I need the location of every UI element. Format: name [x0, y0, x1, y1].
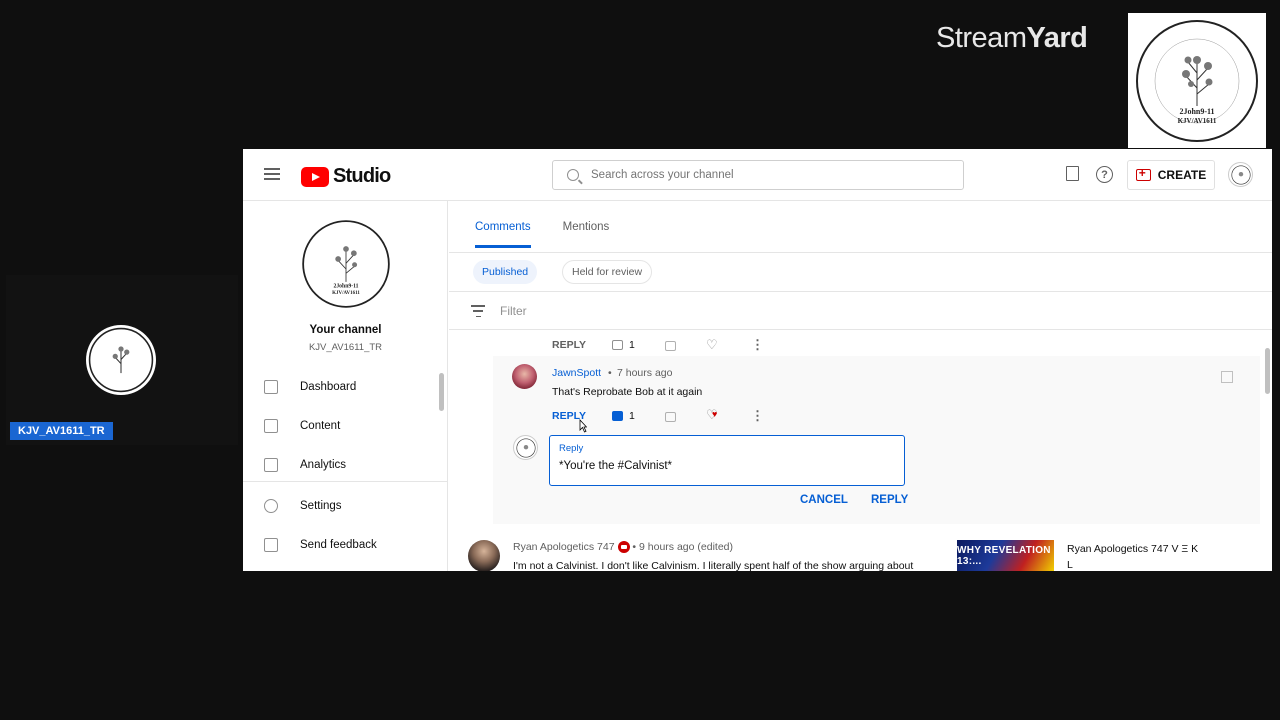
- verified-badge-icon: [617, 541, 630, 554]
- youtube-studio-window: Studio ? CREATE 2John9-11 KJV/AV1611 You…: [243, 149, 1272, 571]
- comment-header: Ryan Apologetics 747 • 9 hours ago (edit…: [513, 541, 733, 554]
- comment-text: That's Reprobate Bob at it again: [552, 386, 703, 398]
- sidebar-item-send-feedback[interactable]: Send feedback: [243, 526, 448, 564]
- comments-scrollbar[interactable]: [1265, 348, 1270, 394]
- streamyard-logo: StreamYard: [936, 22, 1088, 54]
- svg-text:2John9-11: 2John9-11: [333, 284, 358, 290]
- divider: [449, 291, 1272, 292]
- search-icon: [567, 169, 579, 181]
- svg-text:2John9-11: 2John9-11: [1179, 107, 1214, 116]
- comment-time[interactable]: 7 hours ago: [617, 367, 672, 379]
- analytics-icon: [264, 458, 278, 472]
- like-button[interactable]: 1: [612, 410, 635, 422]
- cancel-button[interactable]: CANCEL: [800, 494, 848, 506]
- menu-icon[interactable]: [264, 168, 280, 180]
- sidebar-item-analytics[interactable]: Analytics: [243, 446, 448, 484]
- commenter-avatar[interactable]: [468, 540, 500, 571]
- top-bar: Studio ? CREATE: [243, 149, 1272, 201]
- messages-icon[interactable]: [1066, 166, 1079, 181]
- thumbs-up-icon: [612, 340, 623, 350]
- create-video-icon: [1135, 166, 1151, 181]
- reply-textbox[interactable]: Reply *You're the #Calvinist*: [549, 435, 905, 486]
- video-channel-name-continued: L: [1067, 559, 1073, 571]
- participant-name-tag: KJV_AV1611_TR: [10, 422, 113, 440]
- reply-input[interactable]: *You're the #Calvinist*: [559, 460, 672, 472]
- svg-text:KJV/AV1611: KJV/AV1611: [1178, 117, 1217, 125]
- emblem-icon: [88, 327, 154, 393]
- filter-input[interactable]: Filter: [500, 304, 527, 318]
- channel-title: Your channel: [309, 324, 382, 336]
- commenter-avatar[interactable]: [512, 364, 537, 389]
- comment-text: I'm not a Calvinist. I don't like Calvin…: [513, 560, 914, 571]
- divider: [449, 252, 1272, 253]
- help-icon[interactable]: ?: [1096, 166, 1113, 183]
- comments-panel: Comments Mentions Published Held for rev…: [449, 201, 1272, 571]
- reply-button[interactable]: REPLY: [552, 339, 586, 351]
- sidebar-scrollbar[interactable]: [439, 373, 444, 411]
- sidebar-item-settings[interactable]: Settings: [243, 487, 448, 525]
- tab-mentions[interactable]: Mentions: [563, 221, 610, 248]
- thumbs-up-icon: [612, 411, 623, 421]
- thumbs-down-icon[interactable]: [665, 341, 676, 351]
- tab-comments[interactable]: Comments: [475, 221, 531, 248]
- chip-held-for-review[interactable]: Held for review: [562, 260, 653, 284]
- cursor-icon: [579, 419, 587, 433]
- like-button[interactable]: 1: [612, 339, 635, 351]
- video-thumbnail[interactable]: WHY REVELATION 13:...: [957, 540, 1054, 571]
- content-icon: [264, 419, 278, 433]
- emblem-icon: 2John9-11 KJV/AV1611: [1136, 19, 1258, 142]
- video-channel-name: Ryan Apologetics 747 V Ξ K: [1067, 543, 1199, 555]
- channel-handle: KJV_AV1611_TR: [308, 342, 383, 353]
- sidebar-divider: [243, 481, 448, 482]
- comment-author[interactable]: JawnSpott: [552, 367, 601, 379]
- sidebar-item-dashboard[interactable]: Dashboard: [243, 368, 448, 406]
- svg-text:KJV/AV1611: KJV/AV1611: [332, 291, 360, 296]
- gear-icon: [264, 499, 278, 513]
- create-button[interactable]: CREATE: [1127, 160, 1215, 190]
- chip-published[interactable]: Published: [473, 260, 538, 284]
- participant-avatar: [86, 325, 156, 395]
- tabs: Comments Mentions: [475, 221, 609, 248]
- feedback-icon: [264, 538, 278, 552]
- my-avatar: [513, 435, 538, 460]
- sidebar-item-content[interactable]: Content: [243, 407, 448, 445]
- sidebar: 2John9-11 KJV/AV1611 Your channel KJV_AV…: [243, 201, 448, 571]
- comment-author[interactable]: Ryan Apologetics 747: [513, 541, 615, 553]
- dashboard-icon: [264, 380, 278, 394]
- divider: [449, 329, 1272, 330]
- account-avatar[interactable]: [1228, 162, 1253, 187]
- heart-filled-icon: ♥: [712, 409, 718, 419]
- channel-avatar[interactable]: 2John9-11 KJV/AV1611: [301, 219, 391, 309]
- studio-logo[interactable]: Studio: [301, 165, 391, 188]
- heart-icon[interactable]: ♡: [706, 338, 718, 351]
- dot-separator: •: [608, 367, 612, 379]
- search-input[interactable]: [591, 169, 941, 181]
- comment-time[interactable]: 9 hours ago (edited): [639, 541, 733, 553]
- filter-icon[interactable]: [471, 305, 485, 317]
- reply-field-label: Reply: [559, 443, 584, 454]
- submit-reply-button[interactable]: REPLY: [871, 494, 908, 506]
- more-options-icon[interactable]: ⋮: [751, 338, 764, 351]
- search-bar[interactable]: [552, 160, 964, 190]
- dot-separator: •: [632, 541, 637, 553]
- channel-emblem-large: 2John9-11 KJV/AV1611: [1128, 13, 1266, 148]
- open-external-icon[interactable]: [1221, 371, 1233, 383]
- thumbs-down-icon[interactable]: [665, 412, 676, 422]
- more-options-icon[interactable]: ⋮: [751, 409, 764, 422]
- youtube-play-icon: [301, 166, 329, 187]
